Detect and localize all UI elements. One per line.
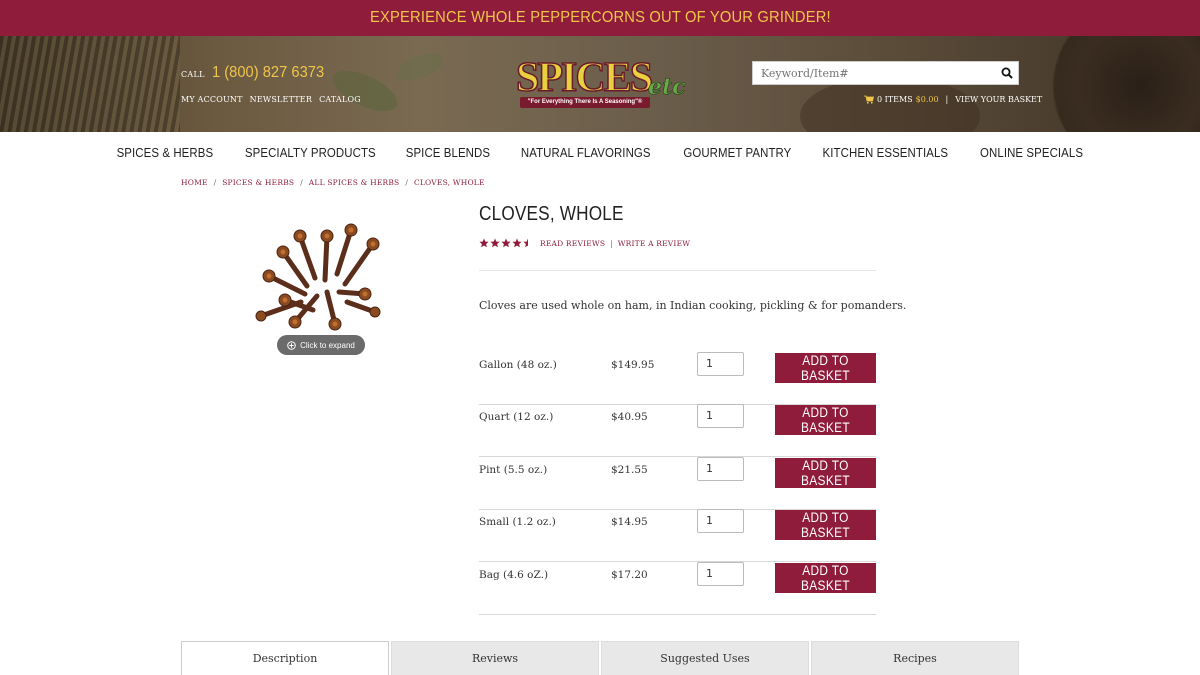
tab-reviews[interactable]: Reviews <box>391 641 599 675</box>
expand-label: Click to expand <box>300 340 355 350</box>
newsletter-link[interactable]: NEWSLETTER <box>250 95 312 104</box>
review-links: READ REVIEWS | WRITE A REVIEW <box>540 239 690 248</box>
star-rating[interactable] <box>479 238 533 248</box>
variant-size: Small (1.2 oz.) <box>479 516 556 528</box>
variant-row: Gallon (48 oz.) $149.95 1 ADD TO BASKET <box>479 352 876 405</box>
variant-price: $17.20 <box>611 569 648 581</box>
tab-description[interactable]: Description <box>181 641 389 675</box>
search-box <box>752 61 1019 85</box>
phone-number[interactable]: 1 (800) 827 6373 <box>212 64 324 82</box>
nav-item-kitchen-essentials[interactable]: KITCHEN ESSENTIALS <box>823 145 949 160</box>
quantity-input[interactable]: 1 <box>697 457 744 481</box>
cart-item-count[interactable]: 0 ITEMS <box>877 95 913 104</box>
nav-item-online-specials[interactable]: ONLINE SPECIALS <box>980 145 1083 160</box>
logo-wordmark: SPICES <box>515 54 654 102</box>
add-to-basket-label: ADD TO BASKET <box>800 563 850 593</box>
product-tabs: Description Reviews Suggested Uses Recip… <box>181 641 1019 675</box>
product-title: CLOVES, WHOLE <box>479 203 624 225</box>
divider <box>479 270 876 271</box>
search-input[interactable] <box>753 62 993 84</box>
call-label: CALL <box>181 70 205 79</box>
product-image[interactable] <box>255 222 385 334</box>
variant-price: $149.95 <box>611 359 655 371</box>
header-background-texture <box>0 36 180 132</box>
nav-item-natural-flavorings[interactable]: NATURAL FLAVORINGS <box>521 145 651 160</box>
quantity-input[interactable]: 1 <box>697 352 744 376</box>
half-star-icon <box>523 238 528 248</box>
logo-etc: etc <box>648 74 686 101</box>
write-review-link[interactable]: WRITE A REVIEW <box>618 239 690 248</box>
site-header: CALL 1 (800) 827 6373 MY ACCOUNT NEWSLET… <box>0 36 1200 132</box>
my-account-link[interactable]: MY ACCOUNT <box>181 95 243 104</box>
variant-price: $21.55 <box>611 464 648 476</box>
cart-icon[interactable] <box>864 95 874 104</box>
breadcrumb: HOME / SPICES & HERBS / ALL SPICES & HER… <box>181 178 485 187</box>
account-links: MY ACCOUNT NEWSLETTER CATALOG <box>181 95 361 104</box>
breadcrumb-spices-herbs[interactable]: SPICES & HERBS <box>222 178 294 187</box>
nav-item-specialty-products[interactable]: SPECIALTY PRODUCTS <box>245 145 376 160</box>
variant-size: Gallon (48 oz.) <box>479 359 557 371</box>
add-to-basket-label: ADD TO BASKET <box>800 510 850 540</box>
view-basket-link[interactable]: VIEW YOUR BASKET <box>955 95 1042 104</box>
breadcrumb-home[interactable]: HOME <box>181 178 208 187</box>
variant-price: $14.95 <box>611 516 648 528</box>
header-background-bowl <box>1040 36 1200 132</box>
add-to-basket-button[interactable]: ADD TO BASKET <box>775 353 876 383</box>
cart-total[interactable]: $0.00 <box>916 95 939 104</box>
add-to-basket-button[interactable]: ADD TO BASKET <box>775 405 876 435</box>
catalog-link[interactable]: CATALOG <box>319 95 361 104</box>
variant-size: Bag (4.6 oZ.) <box>479 569 549 581</box>
nav-item-spice-blends[interactable]: SPICE BLENDS <box>406 145 490 160</box>
variant-price: $40.95 <box>611 411 648 423</box>
promo-text[interactable]: EXPERIENCE WHOLE PEPPERCORNS OUT OF YOUR… <box>370 9 831 27</box>
promo-banner[interactable]: EXPERIENCE WHOLE PEPPERCORNS OUT OF YOUR… <box>0 0 1200 36</box>
variant-row: Quart (12 oz.) $40.95 1 ADD TO BASKET <box>479 404 876 457</box>
site-logo[interactable]: SPICES etc "For Everything There Is A Se… <box>515 54 686 112</box>
star-icon <box>490 238 500 248</box>
cart-summary: 0 ITEMS $0.00 | VIEW YOUR BASKET <box>864 95 1042 104</box>
breadcrumb-separator: / <box>300 178 303 187</box>
star-icon <box>479 238 489 248</box>
variant-size: Quart (12 oz.) <box>479 411 554 423</box>
quantity-input[interactable]: 1 <box>697 404 744 428</box>
expand-image-button[interactable]: Click to expand <box>277 335 365 355</box>
add-to-basket-button[interactable]: ADD TO BASKET <box>775 458 876 488</box>
breadcrumb-separator: / <box>213 178 217 187</box>
variant-size: Pint (5.5 oz.) <box>479 464 548 476</box>
quantity-input[interactable]: 1 <box>697 509 744 533</box>
logo-tagline: "For Everything There Is A Seasoning"® <box>520 97 650 108</box>
add-to-basket-label: ADD TO BASKET <box>800 405 850 435</box>
review-links-separator: | <box>610 239 613 248</box>
expand-icon <box>287 340 296 350</box>
nav-item-gourmet-pantry[interactable]: GOURMET PANTRY <box>683 145 791 160</box>
quantity-input[interactable]: 1 <box>697 562 744 586</box>
cart-separator: | <box>945 95 949 104</box>
breadcrumb-separator: / <box>405 178 408 187</box>
breadcrumb-current[interactable]: CLOVES, WHOLE <box>414 178 485 187</box>
tab-suggested-uses[interactable]: Suggested Uses <box>601 641 809 675</box>
nav-item-spices-herbs[interactable]: SPICES & HERBS <box>116 145 213 160</box>
header-background-leaf <box>326 62 404 120</box>
add-to-basket-button[interactable]: ADD TO BASKET <box>775 563 876 593</box>
header-background-leaf <box>392 48 448 86</box>
product-description: Cloves are used whole on ham, in Indian … <box>479 299 907 312</box>
variant-row: Pint (5.5 oz.) $21.55 1 ADD TO BASKET <box>479 457 876 510</box>
tab-recipes[interactable]: Recipes <box>811 641 1019 675</box>
variant-row: Small (1.2 oz.) $14.95 1 ADD TO BASKET <box>479 509 876 562</box>
add-to-basket-button[interactable]: ADD TO BASKET <box>775 510 876 540</box>
variant-row: Bag (4.6 oZ.) $17.20 1 ADD TO BASKET <box>479 562 876 615</box>
read-reviews-link[interactable]: READ REVIEWS <box>540 239 605 248</box>
breadcrumb-all-spices-herbs[interactable]: ALL SPICES & HERBS <box>309 178 400 187</box>
add-to-basket-label: ADD TO BASKET <box>800 458 850 488</box>
main-nav: SPICES & HERBS SPECIALTY PRODUCTS SPICE … <box>0 132 1200 172</box>
add-to-basket-label: ADD TO BASKET <box>800 353 850 383</box>
search-icon[interactable] <box>1001 67 1013 79</box>
call-info: CALL 1 (800) 827 6373 <box>181 64 334 82</box>
star-icon <box>501 238 511 248</box>
star-icon <box>512 238 522 248</box>
